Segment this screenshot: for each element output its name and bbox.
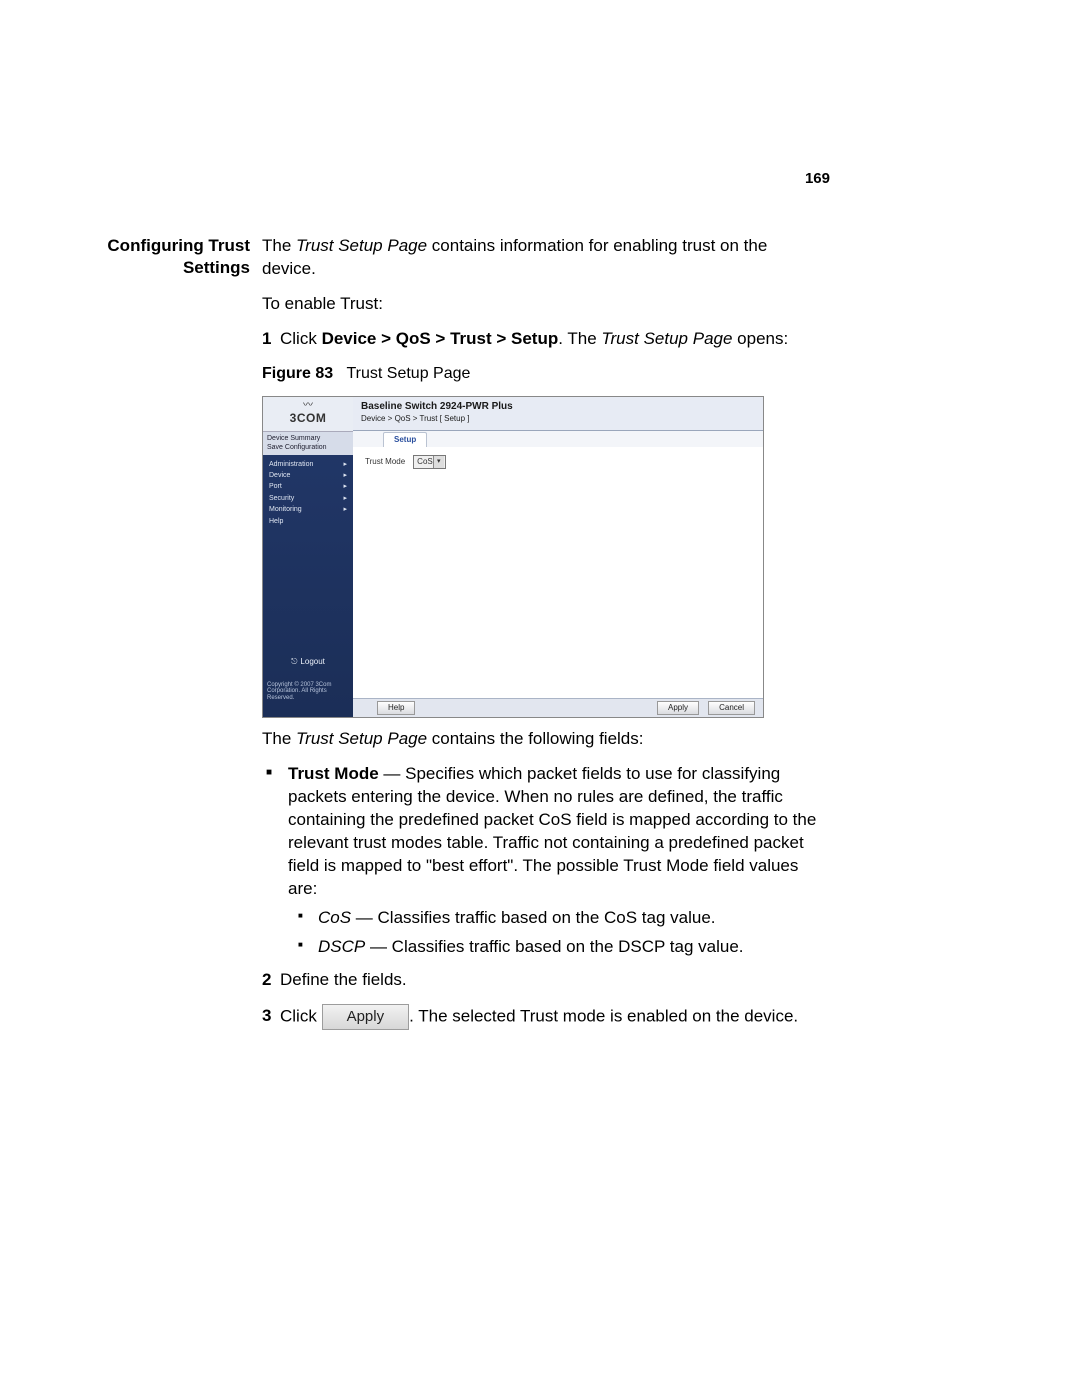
page-number: 169 [805,170,830,187]
logout-link[interactable]: Logout [263,657,353,668]
figure-title: Trust Setup Page [346,365,470,382]
tab-bar: Setup [353,431,763,448]
sidebar-top-links: Device Summary Save Configuration [263,432,353,454]
step-2: 2Define the fields. [262,969,822,992]
breadcrumb: Device > QoS > Trust [ Setup ] [361,414,755,425]
section-heading: Configuring Trust Settings [100,235,262,279]
sidebar-item-label: Port [269,482,282,491]
sidebar-item-label: Device [269,471,290,480]
tab-setup[interactable]: Setup [383,432,427,448]
chevron-right-icon: ▸ [343,494,347,503]
field-list: Trust Mode — Specifies which packet fiel… [262,763,822,959]
shot-main: Trust Mode CoS [353,447,763,699]
logo-text: 3COM [290,410,327,426]
field-trust-mode: Trust Mode — Specifies which packet fiel… [288,763,822,959]
text: Click [280,1006,322,1025]
apply-button[interactable]: Apply [657,701,699,715]
value-name: CoS [318,908,351,927]
sidebar-item-administration[interactable]: Administration ▸ [263,459,353,470]
sidebar-item-port[interactable]: Port ▸ [263,481,353,492]
intro-line-1: The Trust Setup Page contains informatio… [262,235,822,281]
chevron-right-icon: ▸ [343,460,347,469]
logo-area: 〰 3COM [263,397,353,432]
chevron-right-icon: ▸ [343,482,347,491]
shot-sidebar: 〰 3COM Device Summary Save Configuration… [263,397,353,717]
nav-path: Device > QoS > Trust > Setup [322,329,559,348]
trust-mode-select[interactable]: CoS [413,455,446,469]
intro-line-2: To enable Trust: [262,293,822,316]
sidebar-item-label: Administration [269,460,313,469]
value-desc: — Classifies traffic based on the DSCP t… [365,937,743,956]
figure-number: Figure 83 [262,365,333,382]
sidebar-link-device-summary[interactable]: Device Summary [267,434,349,443]
step-text: Define the fields. [280,970,407,989]
chevron-right-icon: ▸ [343,471,347,480]
device-title: Baseline Switch 2924-PWR Plus [361,400,755,414]
value-name: DSCP [318,937,365,956]
sidebar-item-label: Help [269,517,283,526]
sidebar-menu: Administration▸ Device▸ Port▸ Security▸ … [263,455,353,528]
sidebar-item-label: Monitoring [269,505,302,514]
text: opens: [732,329,788,348]
text: . The selected Trust mode is enabled on … [409,1006,798,1025]
field-name: Trust Mode [288,764,379,783]
sidebar-item-label: Security [269,494,294,503]
text: Click [280,329,322,348]
chevron-right-icon: ▸ [343,505,347,514]
page-name-em: Trust Setup Page [296,729,427,748]
trust-mode-label: Trust Mode [365,457,405,468]
sidebar-item-help[interactable]: Help [263,516,353,527]
step-number: 3 [262,1005,280,1028]
text: . The [558,329,601,348]
step-3: 3Click Apply. The selected Trust mode is… [262,1004,822,1030]
sidebar-item-monitoring[interactable]: Monitoring ▸ [263,504,353,515]
text: The [262,236,296,255]
apply-button-inline: Apply [322,1004,410,1030]
sidebar-link-save-config[interactable]: Save Configuration [267,443,349,452]
step-number: 2 [262,969,280,992]
sidebar-item-security[interactable]: Security ▸ [263,493,353,504]
page: 169 Configuring Trust Settings The Trust… [0,0,1080,1397]
value-desc: — Classifies traffic based on the CoS ta… [351,908,715,927]
copyright-text: Copyright © 2007 3Com Corporation. All R… [267,682,353,702]
page-name-em: Trust Setup Page [601,329,732,348]
after-figure-line: The Trust Setup Page contains the follow… [262,728,822,751]
figure-screenshot: 〰 3COM Device Summary Save Configuration… [262,396,764,718]
sidebar-item-device[interactable]: Device ▸ [263,470,353,481]
text: The [262,729,296,748]
step-number: 1 [262,328,280,351]
text: contains the following fields: [427,729,643,748]
value-dscp: DSCP — Classifies traffic based on the D… [318,936,822,959]
figure-caption: Figure 83 Trust Setup Page [262,363,822,385]
shot-footer: Help Apply Cancel [353,698,763,717]
content-row: Configuring Trust Settings The Trust Set… [100,235,980,1042]
value-cos: CoS — Classifies traffic based on the Co… [318,907,822,930]
help-button[interactable]: Help [377,701,415,715]
body-column: The Trust Setup Page contains informatio… [262,235,822,1042]
trust-mode-values: CoS — Classifies traffic based on the Co… [288,907,822,959]
trust-mode-row: Trust Mode CoS [365,455,751,469]
trust-setup-page-em: Trust Setup Page [296,236,427,255]
step-1: 1Click Device > QoS > Trust > Setup. The… [262,328,822,351]
cancel-button[interactable]: Cancel [708,701,755,715]
field-desc: — Specifies which packet fields to use f… [288,764,816,898]
shot-header: Baseline Switch 2924-PWR Plus Device > Q… [353,397,763,431]
logo-swish-icon: 〰 [303,402,313,410]
